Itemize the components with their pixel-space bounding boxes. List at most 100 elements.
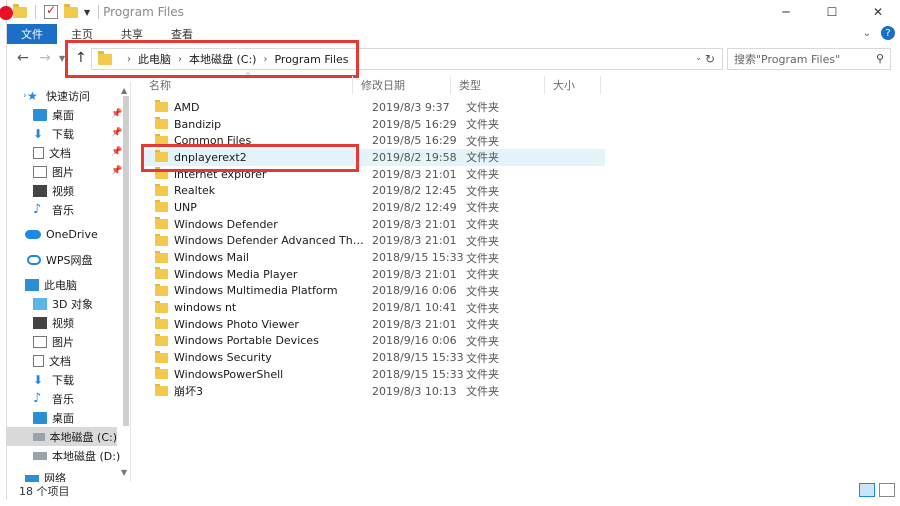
- download-icon: ⬇: [33, 372, 44, 387]
- refresh-icon[interactable]: ↻: [705, 52, 715, 66]
- properties-icon[interactable]: [44, 3, 58, 19]
- chevron-down-icon[interactable]: ⌄: [695, 53, 702, 62]
- table-row[interactable]: windows nt 2019/8/1 10:41 文件夹: [141, 299, 605, 316]
- sidebar-item-videos[interactable]: 视频: [33, 181, 74, 200]
- sidebar-item-label: 下载: [52, 127, 74, 141]
- maximize-button[interactable]: ☐: [809, 0, 855, 24]
- large-icons-view-icon[interactable]: [879, 483, 895, 497]
- view-toggle: [859, 483, 895, 497]
- table-row[interactable]: Windows Mail 2018/9/15 15:33 文件夹: [141, 249, 605, 266]
- tab-file[interactable]: 文件: [7, 24, 57, 44]
- file-type: 文件夹: [466, 118, 499, 132]
- folder-icon: [155, 384, 168, 397]
- expand-ribbon-icon[interactable]: ⌄: [863, 28, 871, 39]
- file-date: 2019/8/3 21:01: [372, 317, 457, 331]
- sidebar-item-downloads[interactable]: ⬇ 下载: [33, 124, 74, 143]
- chevron-down-icon[interactable]: ›: [23, 91, 27, 101]
- file-name: AMD: [174, 100, 200, 114]
- back-arrow-icon[interactable]: ←: [17, 50, 29, 66]
- file-type: 文件夹: [466, 151, 499, 165]
- close-button[interactable]: ✕: [855, 0, 900, 24]
- table-row[interactable]: Windows Defender Advanced Threat ... 2019…: [141, 233, 605, 250]
- column-header-date[interactable]: 修改日期: [353, 76, 451, 94]
- pin-icon[interactable]: 📌: [111, 109, 122, 119]
- file-date: 2018/9/16 0:06: [372, 284, 457, 298]
- sidebar-item-documents[interactable]: 文档: [33, 143, 71, 162]
- sidebar-item-music[interactable]: ♪ 音乐: [33, 200, 74, 219]
- sidebar-item-3d-objects[interactable]: 3D 对象: [33, 294, 93, 313]
- file-type: 文件夹: [466, 218, 499, 232]
- pin-icon[interactable]: 📌: [111, 128, 122, 138]
- column-header-label: 修改日期: [361, 79, 405, 92]
- file-date: 2019/8/3 21:01: [372, 234, 457, 248]
- column-header-type[interactable]: 类型: [451, 76, 545, 94]
- folder-icon: [155, 317, 168, 330]
- sidebar-item-this-pc[interactable]: 此电脑: [25, 275, 77, 294]
- file-name: Windows Multimedia Platform: [174, 284, 338, 298]
- sidebar-item-local-disk-c[interactable]: 本地磁盘 (C:): [7, 427, 117, 446]
- sidebar-item-label: 此电脑: [44, 278, 77, 292]
- details-view-icon[interactable]: [859, 483, 875, 497]
- table-row[interactable]: Windows Media Player 2019/8/3 21:01 文件夹: [141, 266, 605, 283]
- table-row[interactable]: AMD 2019/8/3 9:37 文件夹: [141, 99, 605, 116]
- folder-icon: [155, 300, 168, 313]
- file-date: 2018/9/15 15:33: [372, 351, 464, 365]
- help-icon[interactable]: ?: [881, 26, 895, 40]
- sidebar-item-label: 音乐: [52, 392, 74, 406]
- pin-icon[interactable]: 📌: [111, 166, 122, 176]
- scroll-down-arrow-icon[interactable]: ▼: [121, 468, 127, 477]
- file-type: 文件夹: [466, 101, 499, 115]
- folder-icon[interactable]: [13, 3, 27, 18]
- file-date: 2019/8/2 12:45: [372, 184, 457, 198]
- sidebar-item-pictures[interactable]: 图片: [33, 162, 74, 181]
- sidebar-item-desktop[interactable]: 桌面: [33, 105, 74, 124]
- folder-icon: [155, 200, 168, 213]
- sidebar-item-pc-documents[interactable]: 文档: [33, 351, 71, 370]
- sidebar-item-label: 本地磁盘 (D:): [52, 449, 121, 463]
- search-input[interactable]: 搜索"Program Files" ⚲: [727, 48, 891, 70]
- explorer-window: ▼ Program Files ─ ☐ ✕ 文件 主页 共享 查看 ⌄ ? ← …: [0, 0, 900, 500]
- file-name: WindowsPowerShell: [174, 367, 284, 381]
- sidebar-item-pc-videos[interactable]: 视频: [33, 313, 74, 332]
- table-row[interactable]: Windows Portable Devices 2018/9/16 0:06 文件…: [141, 333, 605, 350]
- forward-arrow-icon[interactable]: →: [39, 50, 51, 66]
- minimize-button[interactable]: ─: [763, 0, 809, 24]
- folder-icon: [155, 100, 168, 113]
- table-row[interactable]: WindowsPowerShell 2018/9/15 15:33 文件夹: [141, 366, 605, 383]
- sidebar-item-wps[interactable]: WPS网盘: [27, 250, 93, 269]
- sort-ascending-icon: ^: [245, 72, 251, 80]
- new-folder-icon[interactable]: [64, 3, 78, 18]
- sidebar-item-onedrive[interactable]: OneDrive: [25, 225, 98, 244]
- table-row[interactable]: Windows Photo Viewer 2019/8/3 21:01 文件夹: [141, 316, 605, 333]
- sidebar-item-pc-pictures[interactable]: 图片: [33, 332, 74, 351]
- column-header-size[interactable]: 大小: [545, 76, 601, 94]
- folder-icon: [155, 350, 168, 363]
- sidebar-scrollbar-thumb[interactable]: [123, 96, 129, 426]
- sidebar-item-label: OneDrive: [46, 228, 98, 241]
- table-row[interactable]: 崩坏3 2019/8/3 10:13 文件夹: [141, 383, 605, 400]
- sidebar-item-network[interactable]: 网络: [25, 471, 66, 482]
- sidebar-item-local-disk-d[interactable]: 本地磁盘 (D:): [33, 446, 120, 465]
- file-name: Windows Media Player: [174, 267, 298, 281]
- pin-icon[interactable]: 📌: [111, 147, 122, 157]
- table-row[interactable]: UNP 2019/8/2 12:49 文件夹: [141, 199, 605, 216]
- table-row[interactable]: Realtek 2019/8/2 12:45 文件夹: [141, 182, 605, 199]
- scroll-up-arrow-icon[interactable]: ▲: [121, 86, 127, 95]
- column-header-name[interactable]: ^ 名称: [141, 72, 353, 94]
- sidebar-item-pc-desktop[interactable]: 桌面: [33, 408, 74, 427]
- sidebar-item-label: 网络: [44, 472, 66, 482]
- sidebar-item-quick-access[interactable]: › ★ 快速访问: [7, 86, 90, 105]
- title-bar: ▼ Program Files ─ ☐ ✕: [7, 0, 900, 24]
- customize-toolbar-icon[interactable]: ▼: [84, 8, 90, 17]
- sidebar-item-pc-downloads[interactable]: ⬇ 下载: [33, 370, 74, 389]
- desktop-icon: [33, 411, 47, 424]
- table-row[interactable]: Bandizip 2019/8/5 16:29 文件夹: [141, 116, 605, 133]
- drive-icon: [33, 451, 47, 460]
- search-icon[interactable]: ⚲: [876, 52, 884, 65]
- table-row[interactable]: Windows Multimedia Platform 2018/9/16 0:0…: [141, 283, 605, 300]
- table-row[interactable]: Windows Security 2018/9/15 15:33 文件夹: [141, 349, 605, 366]
- file-date: 2019/8/3 21:01: [372, 167, 457, 181]
- table-row[interactable]: Windows Defender 2019/8/3 21:01 文件夹: [141, 216, 605, 233]
- sidebar-item-label: 快速访问: [46, 89, 90, 103]
- sidebar-item-pc-music[interactable]: ♪ 音乐: [33, 389, 74, 408]
